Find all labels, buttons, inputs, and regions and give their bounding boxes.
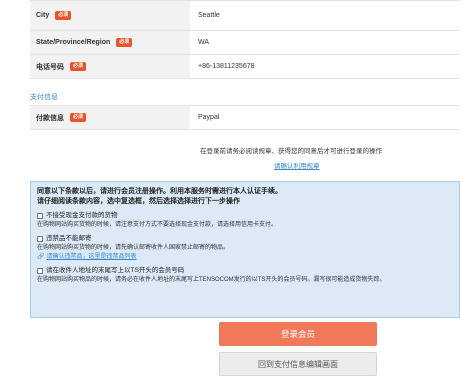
phone-label: 电话号码 [36, 63, 64, 71]
terms-item-title: 不接受现金支付款的货物 [46, 212, 118, 219]
form-label-cell: 电话号码 必须 [30, 55, 190, 78]
login-note: 在登录前请务必阅读规章、获得您的同意后才可进行登录的操作 [200, 148, 382, 155]
city-label: City [36, 12, 50, 19]
state-value: WA [198, 39, 210, 46]
prohibited-list-link[interactable]: 🔗 请确认违禁品，这里是违禁品列表 [37, 253, 453, 262]
link-icon: 🔗 [37, 254, 45, 260]
terms-item-title: 请在收件人地址的末尾写上以TS开头的会员号码 [46, 267, 185, 274]
required-badge: 必须 [55, 11, 72, 20]
prohibited-list-link-text[interactable]: 请确认违禁品，这里是违禁品列表 [46, 253, 136, 262]
form-label-cell: 付款信息 必须 [30, 106, 190, 129]
terms-check-row[interactable]: 违禁品不能邮寄 [37, 234, 453, 243]
form-row-phone: 电话号码 必须 +86-13811235678 [30, 55, 460, 79]
agree-checkbox-prohibited[interactable] [37, 235, 43, 242]
agree-checkbox-member-number[interactable] [37, 267, 43, 274]
terms-box: 同意以下条款以后，请进行会员注册操作。利用本服务时需进行本人认证手续。 请仔细阅… [30, 181, 460, 318]
required-badge: 必须 [116, 38, 133, 47]
form-row-state: State/Province/Region 必须 WA [30, 31, 460, 55]
terms-link[interactable]: 请确认利用规章 [274, 160, 320, 170]
state-label: State/Province/Region [36, 39, 111, 46]
terms-header-line2: 请仔细阅读条款内容，选中复选框，然后选择选择进行下一步操作 [37, 198, 240, 205]
payment-value: Paypal [198, 114, 220, 121]
terms-item-desc: 在购物网站购买货物的时候，请注意支付方式不要选择现金支付款，请选择用信用卡支付。 [37, 222, 278, 228]
payment-table: 付款信息 必须 Paypal [30, 105, 460, 130]
terms-header-line1: 同意以下条款以后，请进行会员注册操作。利用本服务时需进行本人认证手续。 [37, 188, 282, 195]
payment-section-title: 支付信息 [30, 94, 58, 101]
terms-item-cash: 不接受现金支付款的货物 在购物网站购买货物的时候，请注意支付方式不要选择现金支付… [37, 211, 453, 230]
form-row-payment: 付款信息 必须 Paypal [30, 106, 460, 130]
terms-item-member-number: 请在收件人地址的末尾写上以TS开头的会员号码 在购物网站购买物品的时候，请务必在… [37, 266, 453, 285]
agree-checkbox-cash[interactable] [37, 212, 43, 219]
city-value: Seattle [198, 12, 220, 19]
back-to-payment-button[interactable]: 回到支付信息编辑画面 [219, 352, 377, 376]
required-badge: 必须 [70, 113, 87, 122]
terms-item-title: 违禁品不能邮寄 [46, 235, 92, 242]
terms-check-row[interactable]: 请在收件人地址的末尾写上以TS开头的会员号码 [37, 266, 453, 275]
payment-label: 付款信息 [36, 114, 64, 122]
terms-check-row[interactable]: 不接受现金支付款的货物 [37, 211, 453, 220]
form-row-city: City 必须 Seattle [30, 1, 460, 31]
phone-value: +86-13811235678 [198, 63, 255, 70]
address-form-table: City 必须 Seattle State/Province/Region 必须… [30, 0, 460, 79]
form-label-cell: City 必须 [30, 1, 190, 30]
terms-item-desc: 在购物网站购买物品的时候，请务必在收件人地址的末尾写上TENSOCOM发行的以T… [37, 277, 386, 283]
terms-item-prohibited: 违禁品不能邮寄 在购物网站购买货物的时候，请先确认邮寄收件人国家禁止邮寄的物品。… [37, 234, 453, 262]
register-button[interactable]: 登录会员 [219, 322, 377, 346]
required-badge: 必须 [70, 62, 87, 71]
form-label-cell: State/Province/Region 必须 [30, 31, 190, 54]
terms-item-desc: 在购物网站购买货物的时候，请先确认邮寄收件人国家禁止邮寄的物品。 [37, 245, 230, 251]
